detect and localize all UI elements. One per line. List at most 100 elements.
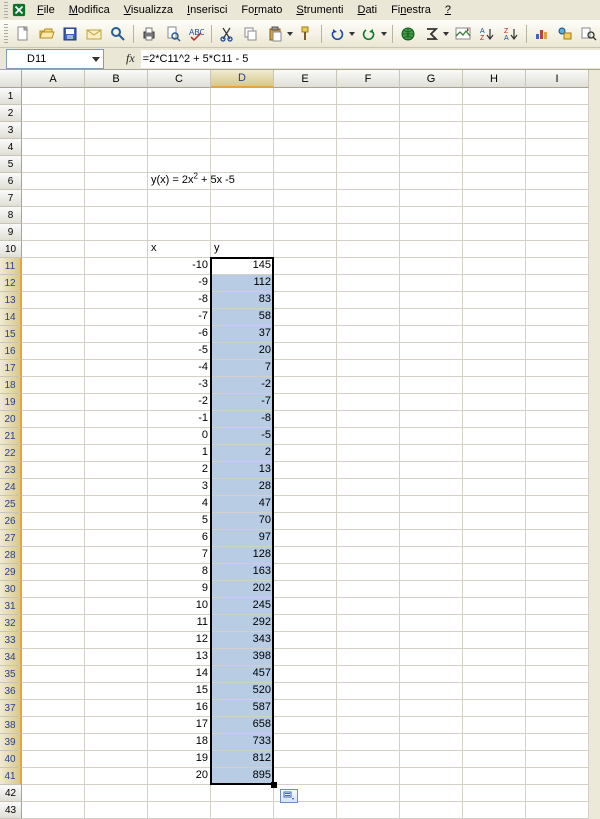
cell-A26[interactable] [22, 513, 85, 530]
cell-G9[interactable] [400, 224, 463, 241]
cell-D42[interactable] [211, 785, 274, 802]
cell-F21[interactable] [337, 428, 400, 445]
cell-B41[interactable] [85, 768, 148, 785]
cell-C42[interactable] [148, 785, 211, 802]
cell-B42[interactable] [85, 785, 148, 802]
cell-B38[interactable] [85, 717, 148, 734]
cell-G21[interactable] [400, 428, 463, 445]
cell-E8[interactable] [274, 207, 337, 224]
cell-H6[interactable] [463, 173, 526, 190]
cell-I38[interactable] [526, 717, 589, 734]
cell-G40[interactable] [400, 751, 463, 768]
cell-F27[interactable] [337, 530, 400, 547]
cell-F15[interactable] [337, 326, 400, 343]
row-header-42[interactable]: 42 [0, 785, 22, 802]
cell-A11[interactable] [22, 258, 85, 275]
cell-A38[interactable] [22, 717, 85, 734]
cell-G14[interactable] [400, 309, 463, 326]
cell-A25[interactable] [22, 496, 85, 513]
cell-B28[interactable] [85, 547, 148, 564]
cell-F36[interactable] [337, 683, 400, 700]
menu-strumenti[interactable]: Strumenti [290, 2, 349, 18]
cell-A10[interactable] [22, 241, 85, 258]
row-header-25[interactable]: 25 [0, 496, 22, 513]
row-header-22[interactable]: 22 [0, 445, 22, 462]
print-icon[interactable] [138, 23, 160, 45]
cell-E30[interactable] [274, 581, 337, 598]
cell-B33[interactable] [85, 632, 148, 649]
cell-E24[interactable] [274, 479, 337, 496]
cell-F14[interactable] [337, 309, 400, 326]
undo-dropdown-icon[interactable] [348, 23, 356, 45]
mail-icon[interactable] [83, 23, 105, 45]
cell-B17[interactable] [85, 360, 148, 377]
cell-B20[interactable] [85, 411, 148, 428]
cell-F16[interactable] [337, 343, 400, 360]
cell-H15[interactable] [463, 326, 526, 343]
cell-H18[interactable] [463, 377, 526, 394]
row-header-11[interactable]: 11 [0, 258, 22, 275]
cell-G10[interactable] [400, 241, 463, 258]
paste-icon[interactable] [264, 23, 286, 45]
cell-F43[interactable] [337, 802, 400, 819]
cell-G16[interactable] [400, 343, 463, 360]
cell-F20[interactable] [337, 411, 400, 428]
cell-G26[interactable] [400, 513, 463, 530]
cell-B7[interactable] [85, 190, 148, 207]
cell-G38[interactable] [400, 717, 463, 734]
cell-A41[interactable] [22, 768, 85, 785]
cell-B36[interactable] [85, 683, 148, 700]
fill-handle[interactable] [271, 782, 277, 788]
row-header-27[interactable]: 27 [0, 530, 22, 547]
cell-H29[interactable] [463, 564, 526, 581]
cell-H10[interactable] [463, 241, 526, 258]
preview-icon[interactable] [162, 23, 184, 45]
cell-H8[interactable] [463, 207, 526, 224]
cell-C9[interactable] [148, 224, 211, 241]
row-header-23[interactable]: 23 [0, 462, 22, 479]
cell-E41[interactable] [274, 768, 337, 785]
cell-F42[interactable] [337, 785, 400, 802]
cell-B30[interactable] [85, 581, 148, 598]
sum-icon[interactable] [421, 23, 443, 45]
cell-F31[interactable] [337, 598, 400, 615]
menu-visualizza[interactable]: Visualizza [118, 2, 179, 18]
cell-H27[interactable] [463, 530, 526, 547]
cell-F10[interactable] [337, 241, 400, 258]
cell-F38[interactable] [337, 717, 400, 734]
cell-I31[interactable] [526, 598, 589, 615]
row-header-28[interactable]: 28 [0, 547, 22, 564]
cell-I2[interactable] [526, 105, 589, 122]
cell-E22[interactable] [274, 445, 337, 462]
paste-dropdown-icon[interactable] [286, 23, 294, 45]
cell-H34[interactable] [463, 649, 526, 666]
cell-B21[interactable] [85, 428, 148, 445]
cell-H21[interactable] [463, 428, 526, 445]
row-header-6[interactable]: 6 [0, 173, 22, 190]
cell-G42[interactable] [400, 785, 463, 802]
cell-I10[interactable] [526, 241, 589, 258]
cell-B34[interactable] [85, 649, 148, 666]
row-header-5[interactable]: 5 [0, 156, 22, 173]
row-header-29[interactable]: 29 [0, 564, 22, 581]
cell-G19[interactable] [400, 394, 463, 411]
cell-B32[interactable] [85, 615, 148, 632]
cell-I12[interactable] [526, 275, 589, 292]
hyperlink-icon[interactable] [397, 23, 419, 45]
cell-E14[interactable] [274, 309, 337, 326]
menu-formato[interactable]: Formato [235, 2, 288, 18]
cell-F9[interactable] [337, 224, 400, 241]
cell-H30[interactable] [463, 581, 526, 598]
cell-E33[interactable] [274, 632, 337, 649]
cell-A8[interactable] [22, 207, 85, 224]
cell-A35[interactable] [22, 666, 85, 683]
cell-A28[interactable] [22, 547, 85, 564]
cell-G41[interactable] [400, 768, 463, 785]
cell-B26[interactable] [85, 513, 148, 530]
cell-F30[interactable] [337, 581, 400, 598]
row-header-8[interactable]: 8 [0, 207, 22, 224]
column-header-E[interactable]: E [274, 70, 337, 88]
cell-I41[interactable] [526, 768, 589, 785]
cell-E17[interactable] [274, 360, 337, 377]
cell-F25[interactable] [337, 496, 400, 513]
